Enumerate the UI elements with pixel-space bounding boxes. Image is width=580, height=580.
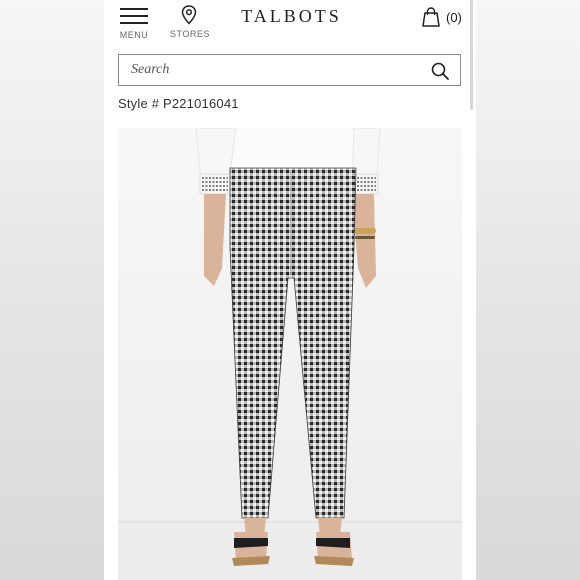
- hamburger-icon: [120, 6, 148, 26]
- search-box: [118, 54, 461, 86]
- style-number: Style # P221016041: [118, 96, 239, 111]
- cart-button[interactable]: (0): [420, 6, 462, 28]
- background-blur-right: [476, 0, 580, 580]
- search-icon[interactable]: [430, 61, 450, 81]
- talbots-logo[interactable]: TALBOTS: [234, 6, 349, 27]
- menu-button[interactable]: MENU: [118, 6, 150, 40]
- map-pin-icon: [181, 5, 197, 25]
- background-blur-left: [0, 0, 104, 580]
- stores-label: STORES: [170, 29, 210, 39]
- search-input[interactable]: [119, 55, 419, 85]
- cart-count: (0): [446, 9, 462, 25]
- product-image[interactable]: [118, 128, 462, 580]
- stores-button[interactable]: STORES: [170, 5, 210, 39]
- menu-label: MENU: [119, 30, 149, 40]
- shopping-bag-icon: [422, 7, 440, 27]
- product-page: MENU STORES TALBOTS (0) Style # P2210160…: [104, 0, 476, 580]
- site-header: MENU STORES TALBOTS (0): [104, 0, 476, 48]
